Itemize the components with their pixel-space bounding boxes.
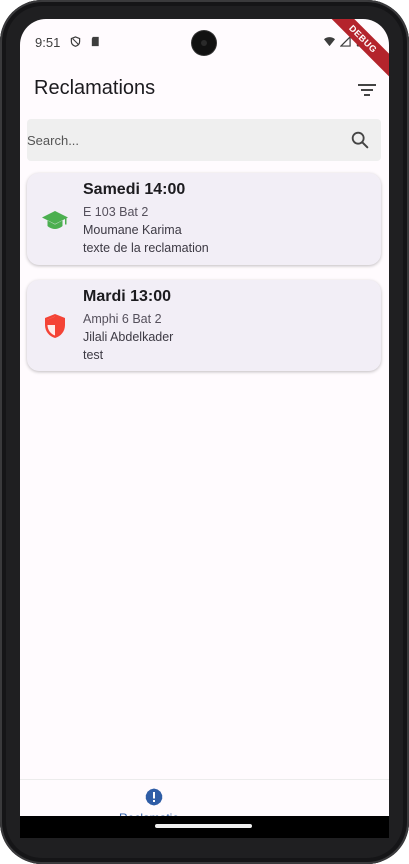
card-text: texte de la reclamation — [83, 241, 209, 255]
shield-status-icon — [70, 36, 81, 47]
graduation-cap-icon — [42, 211, 68, 229]
alert-circle-icon — [145, 788, 163, 806]
app-screen: 9:51 DEBUG Reclamations Search... Samedi… — [20, 19, 389, 836]
page-title: Reclamations — [34, 77, 156, 99]
filter-button[interactable] — [355, 78, 379, 102]
card-person: Jilali Abdelkader — [83, 330, 174, 344]
card-content: Samedi 14:00 E 103 Bat 2 Moumane Karima … — [83, 181, 209, 257]
card-location: Amphi 6 Bat 2 — [83, 312, 162, 326]
home-gesture-bar[interactable] — [155, 824, 252, 828]
status-time: 9:51 — [35, 35, 61, 50]
card-person: Moumane Karima — [83, 223, 182, 237]
shield-icon — [45, 314, 65, 338]
card-title: Mardi 13:00 — [83, 288, 172, 305]
front-camera — [192, 31, 216, 55]
sd-card-icon — [91, 36, 99, 47]
card-content: Mardi 13:00 Amphi 6 Bat 2 Jilali Abdelka… — [83, 288, 173, 364]
app-bar: Reclamations — [20, 69, 389, 111]
search-bar — [27, 119, 381, 161]
search-icon[interactable] — [349, 129, 371, 151]
reclamation-card[interactable]: Mardi 13:00 Amphi 6 Bat 2 Jilali Abdelka… — [27, 280, 381, 371]
reclamation-card[interactable]: Samedi 14:00 E 103 Bat 2 Moumane Karima … — [27, 173, 381, 265]
card-text: test — [83, 348, 104, 362]
filter-icon — [358, 84, 376, 96]
search-input[interactable] — [27, 119, 337, 161]
status-bar: 9:51 DEBUG — [20, 19, 389, 81]
wifi-icon — [324, 37, 335, 47]
card-title: Samedi 14:00 — [83, 181, 186, 198]
gesture-area — [20, 816, 389, 838]
card-location: E 103 Bat 2 — [83, 205, 149, 219]
